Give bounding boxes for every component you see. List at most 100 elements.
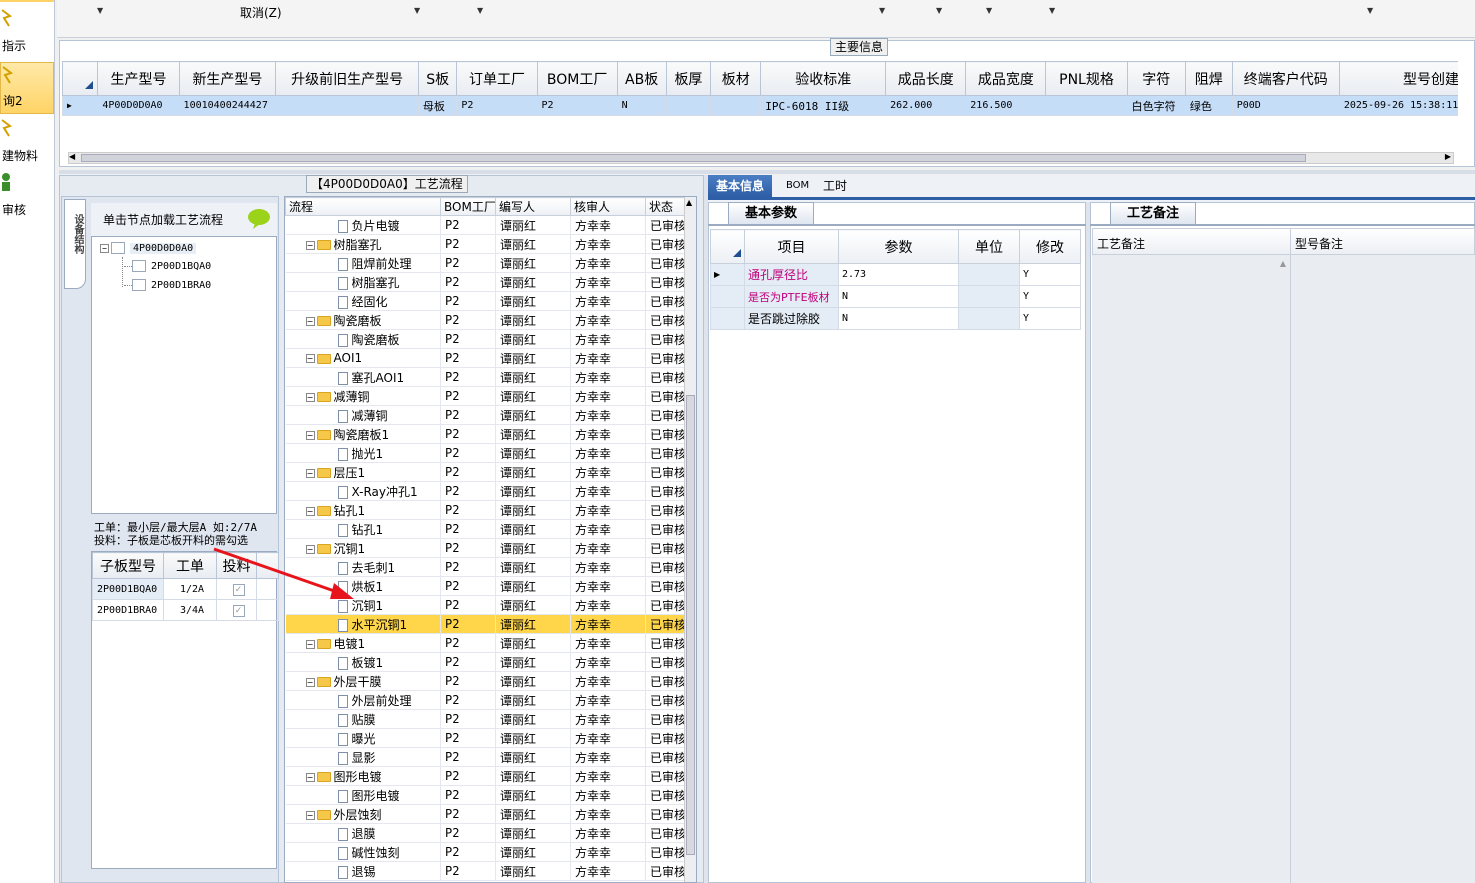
process-remarks-textarea[interactable]: ▲ xyxy=(1092,255,1290,883)
flow-reviewer-cell[interactable]: 方幸幸 xyxy=(570,557,646,577)
flow-factory-cell[interactable]: P2 xyxy=(440,443,496,463)
flow-status-cell[interactable]: 已审核 xyxy=(645,557,686,577)
flow-writer-cell[interactable]: 谭丽红 xyxy=(495,557,571,577)
flow-name-cell[interactable]: 阻焊前处理 xyxy=(285,253,441,273)
flow-status-cell[interactable]: 已审核 xyxy=(645,576,686,596)
column-header[interactable]: 单位 xyxy=(958,229,1020,264)
flow-writer-cell[interactable]: 谭丽红 xyxy=(495,272,571,292)
flow-status-cell[interactable]: 已审核 xyxy=(645,595,686,615)
flow-row[interactable]: − 减薄铜 P2 谭丽红 方幸幸 已审核 xyxy=(285,386,686,406)
flow-name-cell[interactable]: 退膜 xyxy=(285,823,441,843)
collapse-icon[interactable]: − xyxy=(305,639,315,649)
column-header[interactable]: BOM工厂 xyxy=(536,61,618,96)
flow-factory-cell[interactable]: P2 xyxy=(440,329,496,349)
flow-writer-cell[interactable]: 谭丽红 xyxy=(495,215,571,235)
cell[interactable]: Y xyxy=(1019,307,1081,330)
collapse-icon[interactable]: − xyxy=(305,810,315,820)
nav-item-review[interactable]: 审核 xyxy=(0,170,54,222)
flow-status-cell[interactable]: 已审核 xyxy=(645,614,686,634)
flow-writer-cell[interactable]: 谭丽红 xyxy=(495,823,571,843)
flow-factory-cell[interactable]: P2 xyxy=(440,234,496,254)
cell[interactable]: 2P00D1BQA0 xyxy=(92,578,164,600)
flow-factory-cell[interactable]: P2 xyxy=(440,405,496,425)
cell[interactable] xyxy=(958,263,1020,286)
flow-status-cell[interactable]: 已审核 xyxy=(645,766,686,786)
flow-factory-cell[interactable]: P2 xyxy=(440,462,496,482)
flow-factory-cell[interactable]: P2 xyxy=(440,861,496,881)
flow-name-cell[interactable]: − AOI1 xyxy=(285,348,441,368)
flow-reviewer-cell[interactable]: 方幸幸 xyxy=(570,538,646,558)
cell[interactable]: 白色字符 xyxy=(1126,95,1186,116)
flow-factory-cell[interactable]: P2 xyxy=(440,272,496,292)
flow-factory-cell[interactable]: P2 xyxy=(440,614,496,634)
flow-row[interactable]: 塞孔AOI1 P2 谭丽红 方幸幸 已审核 xyxy=(285,367,686,387)
speech-bubble-icon[interactable] xyxy=(247,208,271,230)
flow-factory-cell[interactable]: P2 xyxy=(440,842,496,862)
cell[interactable] xyxy=(710,95,762,116)
flow-writer-cell[interactable]: 谭丽红 xyxy=(495,633,571,653)
structure-side-tab[interactable]: 设备结构 xyxy=(64,199,86,289)
collapse-icon[interactable]: − xyxy=(100,243,109,253)
flow-writer-cell[interactable]: 谭丽红 xyxy=(495,785,571,805)
nav-item-create-material[interactable]: 建物料 xyxy=(0,116,54,168)
flow-writer-cell[interactable]: 谭丽红 xyxy=(495,310,571,330)
flow-writer-cell[interactable]: 谭丽红 xyxy=(495,842,571,862)
column-header[interactable]: 工单 xyxy=(163,552,217,579)
cell[interactable]: P2 xyxy=(456,95,538,116)
column-header[interactable]: AB板 xyxy=(616,61,667,96)
column-header[interactable]: 项目 xyxy=(744,229,839,264)
flow-reviewer-cell[interactable]: 方幸幸 xyxy=(570,823,646,843)
flow-factory-cell[interactable]: P2 xyxy=(440,823,496,843)
flow-name-cell[interactable]: − 外层干膜 xyxy=(285,671,441,691)
flow-status-cell[interactable]: 已审核 xyxy=(645,443,686,463)
flow-writer-cell[interactable]: 谭丽红 xyxy=(495,709,571,729)
column-header[interactable]: 工艺备注 xyxy=(1092,228,1292,255)
flow-row[interactable]: 钻孔1 P2 谭丽红 方幸幸 已审核 xyxy=(285,519,686,539)
flow-status-cell[interactable]: 已审核 xyxy=(645,329,686,349)
flow-status-cell[interactable]: 已审核 xyxy=(645,538,686,558)
flow-factory-cell[interactable]: P2 xyxy=(440,310,496,330)
tab-bom[interactable]: BOM xyxy=(778,175,817,197)
flow-reviewer-cell[interactable]: 方幸幸 xyxy=(570,785,646,805)
nav-item-instruction[interactable]: 指示 xyxy=(0,6,54,58)
flow-name-cell[interactable]: − 树脂塞孔 xyxy=(285,234,441,254)
flow-name-cell[interactable]: 树脂塞孔 xyxy=(285,272,441,292)
flow-status-cell[interactable]: 已审核 xyxy=(645,861,686,881)
flow-row[interactable]: 经固化 P2 谭丽红 方幸幸 已审核 xyxy=(285,291,686,311)
flow-row[interactable]: − 树脂塞孔 P2 谭丽红 方幸幸 已审核 xyxy=(285,234,686,254)
flow-reviewer-cell[interactable]: 方幸幸 xyxy=(570,462,646,482)
flow-factory-cell[interactable]: P2 xyxy=(440,671,496,691)
flow-row[interactable]: 图形电镀 P2 谭丽红 方幸幸 已审核 xyxy=(285,785,686,805)
table-row[interactable]: ▶ 通孔厚径比 2.73 Y xyxy=(710,263,1081,286)
cell[interactable]: 母板 xyxy=(417,95,458,116)
flow-reviewer-cell[interactable]: 方幸幸 xyxy=(570,709,646,729)
flow-writer-cell[interactable]: 谭丽红 xyxy=(495,291,571,311)
scroll-left-icon[interactable]: ◀ xyxy=(69,152,75,161)
chevron-down-icon[interactable]: ▼ xyxy=(936,6,942,15)
column-header[interactable]: S板 xyxy=(417,61,458,96)
flow-factory-cell[interactable]: P2 xyxy=(440,500,496,520)
flow-row[interactable]: − 陶瓷磨板1 P2 谭丽红 方幸幸 已审核 xyxy=(285,424,686,444)
flow-reviewer-cell[interactable]: 方幸幸 xyxy=(570,633,646,653)
flow-reviewer-cell[interactable]: 方幸幸 xyxy=(570,671,646,691)
flow-reviewer-cell[interactable]: 方幸幸 xyxy=(570,614,646,634)
flow-writer-cell[interactable]: 谭丽红 xyxy=(495,671,571,691)
flow-row[interactable]: 贴膜 P2 谭丽红 方幸幸 已审核 xyxy=(285,709,686,729)
flow-reviewer-cell[interactable]: 方幸幸 xyxy=(570,595,646,615)
collapse-icon[interactable]: − xyxy=(305,468,315,478)
cell[interactable]: N xyxy=(616,95,667,116)
column-header[interactable]: 状态 xyxy=(645,197,686,216)
chevron-down-icon[interactable]: ▼ xyxy=(97,6,103,15)
flow-row[interactable]: − 钻孔1 P2 谭丽红 方幸幸 已审核 xyxy=(285,500,686,520)
cell[interactable]: 通孔厚径比 xyxy=(744,263,839,286)
flow-reviewer-cell[interactable]: 方幸幸 xyxy=(570,424,646,444)
tab-work-hours[interactable]: 工时 xyxy=(815,175,855,197)
flow-writer-cell[interactable]: 谭丽红 xyxy=(495,538,571,558)
flow-row[interactable]: 退锡 P2 谭丽红 方幸幸 已审核 xyxy=(285,861,686,881)
cell[interactable]: 2P00D1BRA0 xyxy=(92,599,164,621)
tab-basic-params[interactable]: 基本参数 xyxy=(728,202,815,224)
flow-status-cell[interactable]: 已审核 xyxy=(645,785,686,805)
flow-reviewer-cell[interactable]: 方幸幸 xyxy=(570,234,646,254)
flow-row[interactable]: − 电镀1 P2 谭丽红 方幸幸 已审核 xyxy=(285,633,686,653)
cell[interactable]: N xyxy=(838,307,959,330)
